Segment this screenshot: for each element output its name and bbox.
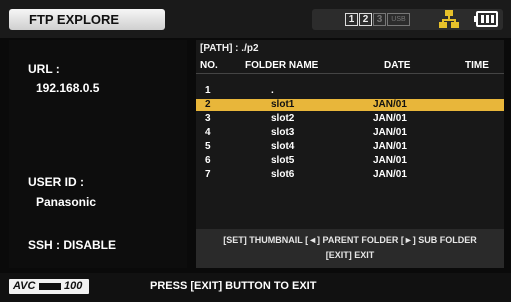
row-date: JAN/01 [373, 155, 407, 166]
row-folder-name: slot1 [271, 99, 295, 110]
table-row[interactable]: 3 slot2 JAN/01 [196, 113, 504, 125]
row-number: 4 [205, 127, 211, 138]
row-date: JAN/01 [373, 169, 407, 180]
table-row-selected[interactable]: 2 slot1 JAN/01 [196, 99, 504, 111]
user-id-value: Panasonic [36, 195, 97, 209]
row-number: 7 [205, 169, 211, 180]
key-help-line-2: [EXIT] EXIT [325, 250, 375, 260]
network-icon [439, 10, 459, 28]
card-slot-1-indicator: 1 [345, 13, 358, 26]
usb-icon: USB [387, 13, 410, 26]
battery-icon [474, 11, 498, 27]
user-id-label: USER ID : [28, 175, 85, 189]
row-number: 3 [205, 113, 211, 124]
table-row[interactable]: 4 slot3 JAN/01 [196, 127, 504, 139]
url-label: URL : [28, 62, 60, 76]
key-help-line-1: [SET] THUMBNAIL [◄] PARENT FOLDER [►] SU… [223, 235, 477, 245]
row-number: 6 [205, 155, 211, 166]
table-row[interactable]: 1 . [196, 85, 504, 97]
row-folder-name: slot3 [271, 127, 295, 138]
column-header-date: DATE [384, 60, 411, 71]
row-number: 2 [205, 99, 211, 110]
table-row[interactable]: 7 slot6 JAN/01 [196, 169, 504, 181]
row-folder-name: . [271, 85, 274, 96]
column-header-folder-name: FOLDER NAME [245, 60, 319, 71]
row-folder-name: slot4 [271, 141, 295, 152]
logo-avc-text: AVC [13, 280, 36, 292]
table-row[interactable]: 6 slot5 JAN/01 [196, 155, 504, 167]
logo-intra-badge [39, 283, 61, 290]
row-number: 1 [205, 85, 211, 96]
row-folder-name: slot2 [271, 113, 295, 124]
header-divider [196, 73, 504, 74]
ssh-status: SSH : DISABLE [28, 238, 117, 252]
card-slot-3-indicator: 3 [373, 13, 386, 26]
logo-100-text: 100 [64, 280, 83, 292]
url-value: 192.168.0.5 [36, 81, 100, 95]
row-date: JAN/01 [373, 127, 407, 138]
row-date: JAN/01 [373, 113, 407, 124]
page-title: FTP EXPLORE [9, 9, 165, 30]
row-folder-name: slot6 [271, 169, 295, 180]
column-header-time: TIME [465, 60, 489, 71]
row-folder-name: slot5 [271, 155, 295, 166]
column-header-no: NO. [200, 60, 218, 71]
table-row[interactable]: 5 slot4 JAN/01 [196, 141, 504, 153]
row-date: JAN/01 [373, 99, 407, 110]
breadcrumb: [PATH] : ./p2 [200, 43, 259, 54]
row-number: 5 [205, 141, 211, 152]
row-date: JAN/01 [373, 141, 407, 152]
footer-message: PRESS [EXIT] BUTTON TO EXIT [150, 280, 317, 292]
card-slot-2-indicator: 2 [359, 13, 372, 26]
avc-intra-logo: AVC 100 [9, 279, 89, 294]
